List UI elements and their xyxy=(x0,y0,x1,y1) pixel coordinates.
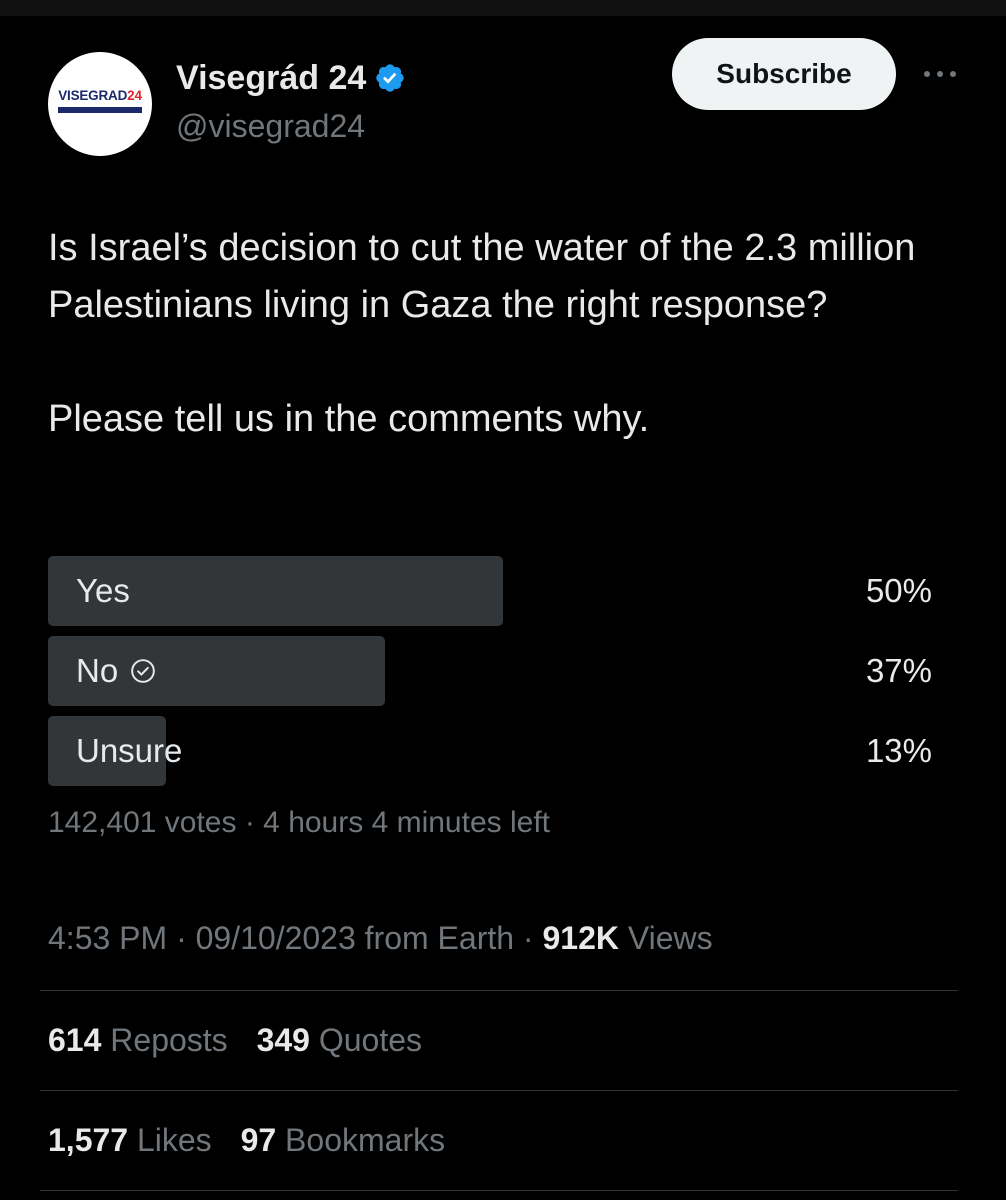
tweet-text-paragraph: Is Israel’s decision to cut the water of… xyxy=(48,227,916,326)
poll-option-label-text: Yes xyxy=(76,572,130,609)
avatar-logo: VISEGRAD24 xyxy=(48,88,152,104)
bookmarks-count: 97 xyxy=(240,1122,277,1158)
tweet-text: Is Israel’s decision to cut the water of… xyxy=(48,220,948,448)
poll-option-yes[interactable]: Yes 50% xyxy=(48,556,932,626)
handle[interactable]: @visegrad24 xyxy=(176,108,365,145)
more-options-button[interactable] xyxy=(920,60,960,88)
views-count: 912K xyxy=(542,920,619,956)
quotes-label: Quotes xyxy=(318,1022,423,1058)
avatar-logo-stripe xyxy=(58,107,142,113)
divider xyxy=(40,1090,958,1091)
more-horizontal-icon xyxy=(924,71,956,77)
poll-option-label: No xyxy=(76,636,156,706)
tweet-date[interactable]: 09/10/2023 xyxy=(196,920,356,956)
poll-votes: 142,401 votes xyxy=(48,806,237,839)
poll-option-percent: 37% xyxy=(865,652,932,689)
poll-option-unsure[interactable]: Unsure 13% xyxy=(48,716,932,786)
divider xyxy=(40,1190,958,1191)
avatar[interactable]: VISEGRAD24 xyxy=(48,52,152,156)
quotes-count: 349 xyxy=(256,1022,310,1058)
display-name[interactable]: Visegrád 24 xyxy=(176,59,366,98)
engagement-stats-row: 614 Reposts 349 Quotes xyxy=(48,1022,442,1059)
poll-option-label: Unsure xyxy=(76,716,182,786)
tweet-source: from Earth xyxy=(364,920,515,956)
poll-option-label-text: Unsure xyxy=(76,732,183,769)
poll: Yes 50% No 37% Unsure 13% xyxy=(48,556,932,796)
tweet-time[interactable]: 4:53 PM xyxy=(48,920,167,956)
views-label: Views xyxy=(627,920,713,956)
voted-check-icon xyxy=(131,659,155,683)
poll-option-label-text: No xyxy=(76,652,119,689)
top-strip xyxy=(0,0,1006,16)
reposts-label: Reposts xyxy=(110,1022,228,1058)
separator: · xyxy=(244,806,255,839)
separator: · xyxy=(522,920,534,956)
divider xyxy=(40,990,958,991)
reposts-stat[interactable]: 614 Reposts xyxy=(48,1022,228,1058)
avatar-logo-number: 24 xyxy=(127,88,142,103)
poll-time-left: 4 hours 4 minutes left xyxy=(263,806,550,839)
name-row: Visegrád 24 xyxy=(176,58,406,98)
subscribe-button[interactable]: Subscribe xyxy=(672,38,896,110)
tweet-header: VISEGRAD24 Visegrád 24 @visegrad24 Subsc… xyxy=(48,38,960,162)
bookmarks-stat[interactable]: 97 Bookmarks xyxy=(241,1122,446,1158)
verified-badge-icon xyxy=(376,64,404,92)
avatar-logo-text: VISEGRAD xyxy=(58,88,128,103)
tweet-text-paragraph: Please tell us in the comments why. xyxy=(48,398,650,440)
quotes-stat[interactable]: 349 Quotes xyxy=(257,1022,422,1058)
poll-option-label: Yes xyxy=(76,556,130,626)
reposts-count: 614 xyxy=(48,1022,102,1058)
poll-option-percent: 13% xyxy=(865,732,932,769)
poll-option-percent: 50% xyxy=(865,572,932,609)
tweet-timestamp-row: 4:53 PM · 09/10/2023 from Earth · 912K V… xyxy=(48,920,713,957)
poll-meta: 142,401 votes · 4 hours 4 minutes left xyxy=(48,806,550,840)
bookmarks-label: Bookmarks xyxy=(285,1122,446,1158)
likes-count: 1,577 xyxy=(48,1122,129,1158)
likes-label: Likes xyxy=(136,1122,212,1158)
likes-stat[interactable]: 1,577 Likes xyxy=(48,1122,212,1158)
engagement-stats-row: 1,577 Likes 97 Bookmarks xyxy=(48,1122,465,1159)
separator: · xyxy=(176,920,187,956)
poll-option-no[interactable]: No 37% xyxy=(48,636,932,706)
